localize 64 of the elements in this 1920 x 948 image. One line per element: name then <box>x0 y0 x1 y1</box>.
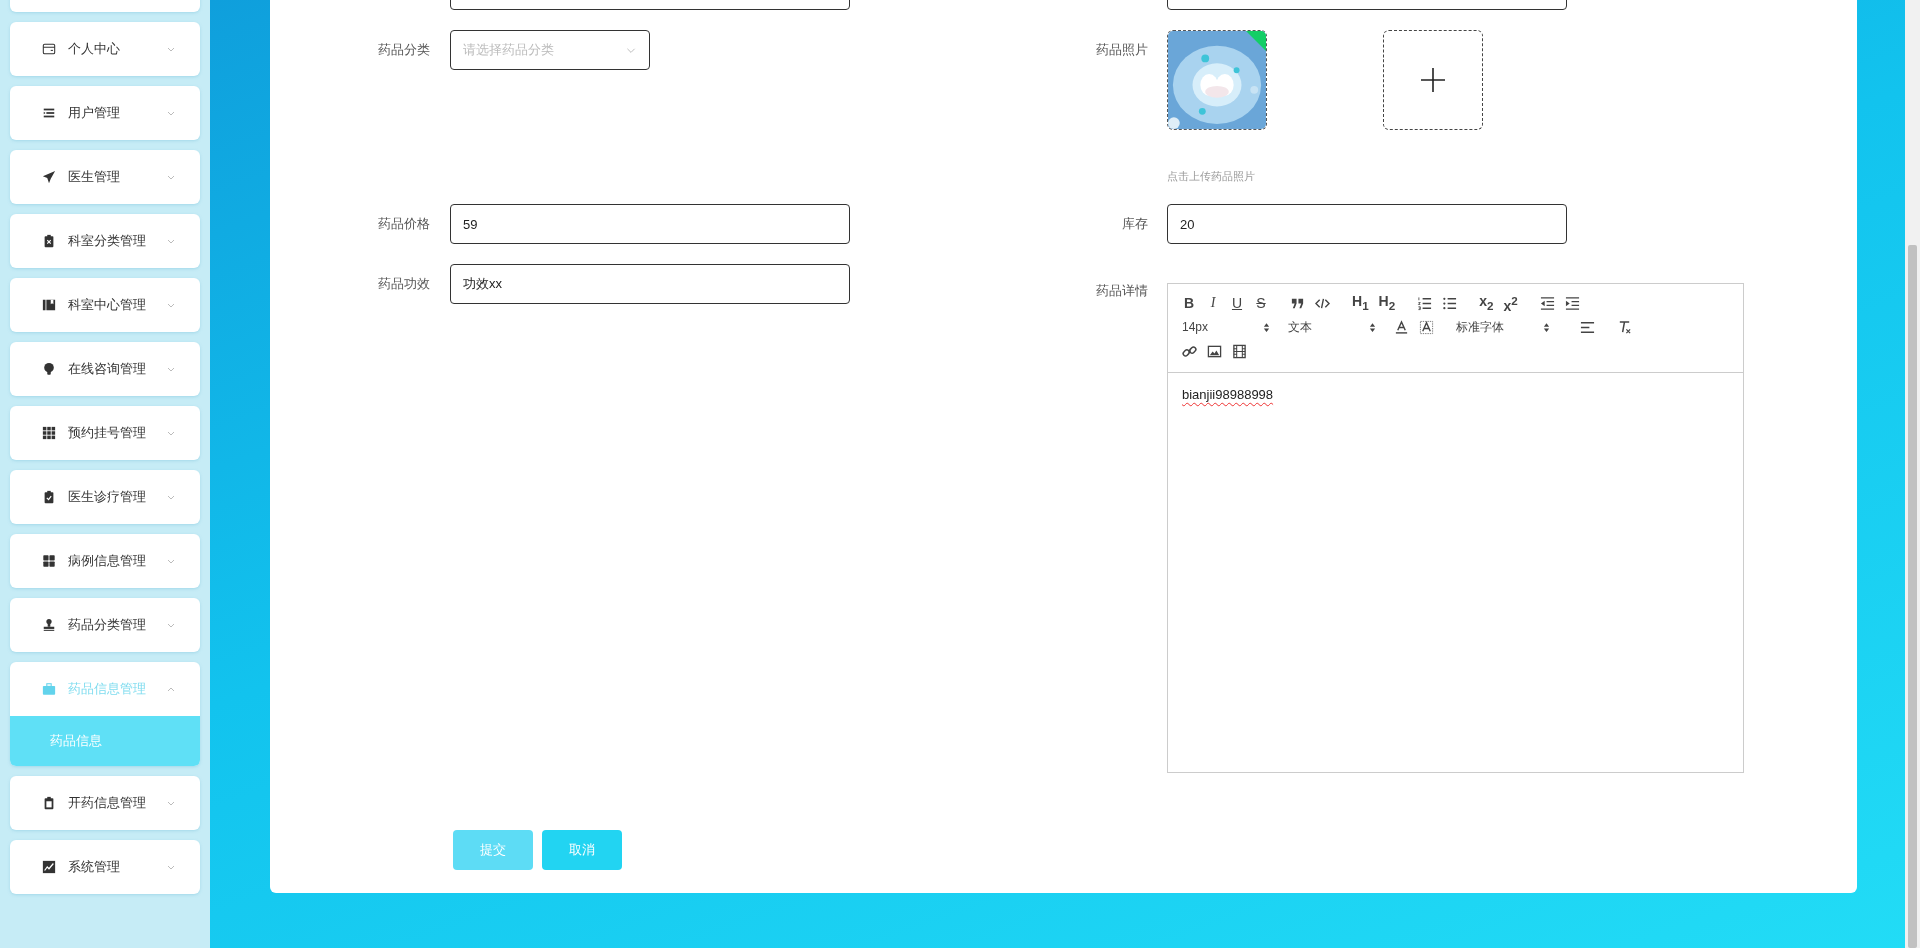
book-icon <box>42 298 56 312</box>
ordered-list-icon[interactable] <box>1417 295 1433 311</box>
indent-icon[interactable] <box>1564 295 1580 311</box>
lightbulb-icon <box>42 362 56 376</box>
sidebar-item[interactable]: 医生诊疗管理 <box>10 470 200 524</box>
heading-button[interactable]: H$_{1}$ <box>1352 291 1369 315</box>
sidebar-item[interactable]: 开药信息管理 <box>10 776 200 830</box>
text-color-icon[interactable] <box>1394 319 1409 335</box>
chart-icon <box>42 860 56 874</box>
stamp-icon <box>42 618 56 632</box>
up-down-icon <box>1543 321 1550 333</box>
field-label: 药品功效 <box>377 275 431 293</box>
bullet-list-icon[interactable] <box>1442 295 1458 311</box>
efficacy-input[interactable]: 功效xx <box>450 264 850 304</box>
clipboard-icon <box>42 796 56 810</box>
field-label: 药品照片 <box>1095 41 1149 59</box>
list-icon <box>42 106 56 120</box>
sidebar-item[interactable]: 预约挂号管理 <box>10 406 200 460</box>
sidebar-item[interactable]: 在线咨询管理 <box>10 342 200 396</box>
script-button[interactable]: x$_{2}$ <box>1479 291 1494 315</box>
grid-icon <box>42 426 56 440</box>
video-icon[interactable] <box>1232 343 1247 359</box>
price-input[interactable]: 59 <box>450 204 850 244</box>
clear-format-icon[interactable] <box>1617 319 1632 335</box>
link-icon[interactable] <box>1182 343 1197 359</box>
up-down-icon <box>1369 321 1376 333</box>
size-picker[interactable]: 14px <box>1182 320 1278 334</box>
plus-icon <box>1418 65 1448 95</box>
clipboard-icon <box>42 490 56 504</box>
editor-text: bianjii98988998 <box>1182 387 1274 402</box>
sidebar-item[interactable]: 医生管理 <box>10 150 200 204</box>
briefcase-icon <box>42 682 56 696</box>
strike-button[interactable]: S <box>1254 294 1268 312</box>
bold-button[interactable]: B <box>1182 294 1196 312</box>
field-label: 药品详情 <box>1095 283 1149 299</box>
field-label: 药品分类 <box>377 41 431 59</box>
highlight-icon[interactable] <box>1419 319 1434 335</box>
scrollbar[interactable] <box>1905 0 1920 948</box>
paper-plane-icon <box>42 170 56 184</box>
font-picker[interactable]: 标准字体 <box>1456 318 1558 336</box>
sidebar-item[interactable]: 个人中心 <box>10 22 200 76</box>
clipboard-icon <box>42 234 56 248</box>
italic-button[interactable]: I <box>1206 294 1220 312</box>
grid-icon <box>42 554 56 568</box>
sidebar-item[interactable]: 系统管理 <box>10 840 200 894</box>
sidebar-item[interactable]: 科室分类管理 <box>10 214 200 268</box>
hint-text: 点击上传药品照片 <box>1167 169 1255 184</box>
upload-button[interactable] <box>1383 30 1483 130</box>
sidebar-item[interactable]: 科室中心管理 <box>10 278 200 332</box>
field-label: 库存 <box>1121 215 1149 233</box>
underline-button[interactable]: U <box>1230 294 1244 312</box>
outdent-icon[interactable] <box>1539 295 1555 311</box>
heading-button[interactable]: H$_{2}$ <box>1378 291 1396 315</box>
wallet-icon <box>42 42 56 56</box>
sidebar-item[interactable]: 病例信息管理 <box>10 534 200 588</box>
image-icon[interactable] <box>1207 343 1222 359</box>
sidebar-item[interactable]: 用户管理 <box>10 86 200 140</box>
field-label: 药品价格 <box>377 215 431 233</box>
sidebar-item[interactable]: 药品分类管理 <box>10 598 200 652</box>
header-picker[interactable]: 文本 <box>1288 318 1384 336</box>
stock-input[interactable]: 20 <box>1167 204 1567 244</box>
up-down-icon <box>1263 321 1270 333</box>
align-icon[interactable] <box>1580 319 1595 335</box>
script-button[interactable]: x$^{2}$ <box>1503 291 1518 315</box>
